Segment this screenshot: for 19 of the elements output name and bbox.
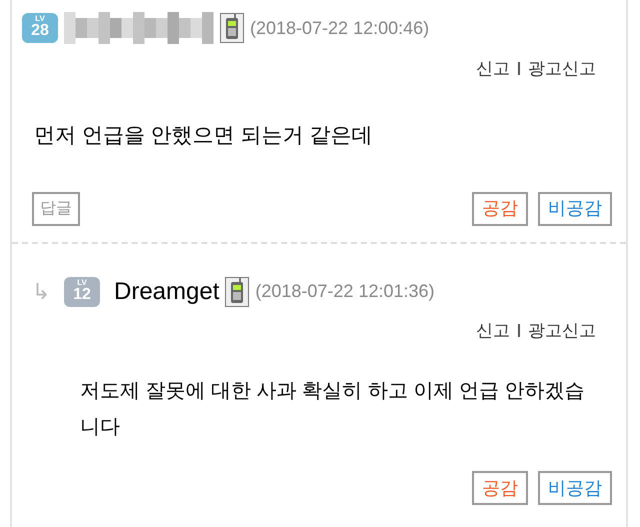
- dislike-button[interactable]: 비공감: [538, 471, 612, 505]
- level-label: LV: [35, 15, 45, 23]
- report-link[interactable]: 신고: [476, 318, 510, 343]
- report-link[interactable]: 광고신고: [528, 56, 596, 82]
- author-name: Dreamget: [114, 276, 220, 306]
- level-number: 28: [31, 23, 49, 39]
- comment-text: 먼저 언급을 안했으면 되는거 같은데: [34, 122, 374, 148]
- comment-text: 저도제 잘못에 대한 사과 확실히 하고 이제 언급 안하겠습니다: [80, 379, 586, 440]
- level-number: 12: [73, 286, 91, 302]
- comment-date: (2018-07-22 12:01:36): [255, 280, 435, 303]
- report-link[interactable]: 신고: [476, 56, 510, 82]
- dislike-button[interactable]: 비공감: [538, 192, 612, 226]
- comment-date: (2018-07-22 12:00:46): [250, 16, 430, 40]
- report-link[interactable]: 광고신고: [528, 318, 596, 343]
- reply-arrow: ↳: [32, 278, 50, 306]
- like-button[interactable]: 공감: [472, 471, 528, 505]
- reply-button[interactable]: 답글: [32, 192, 80, 226]
- like-button[interactable]: 공감: [472, 192, 528, 226]
- level-label: LV: [77, 278, 87, 286]
